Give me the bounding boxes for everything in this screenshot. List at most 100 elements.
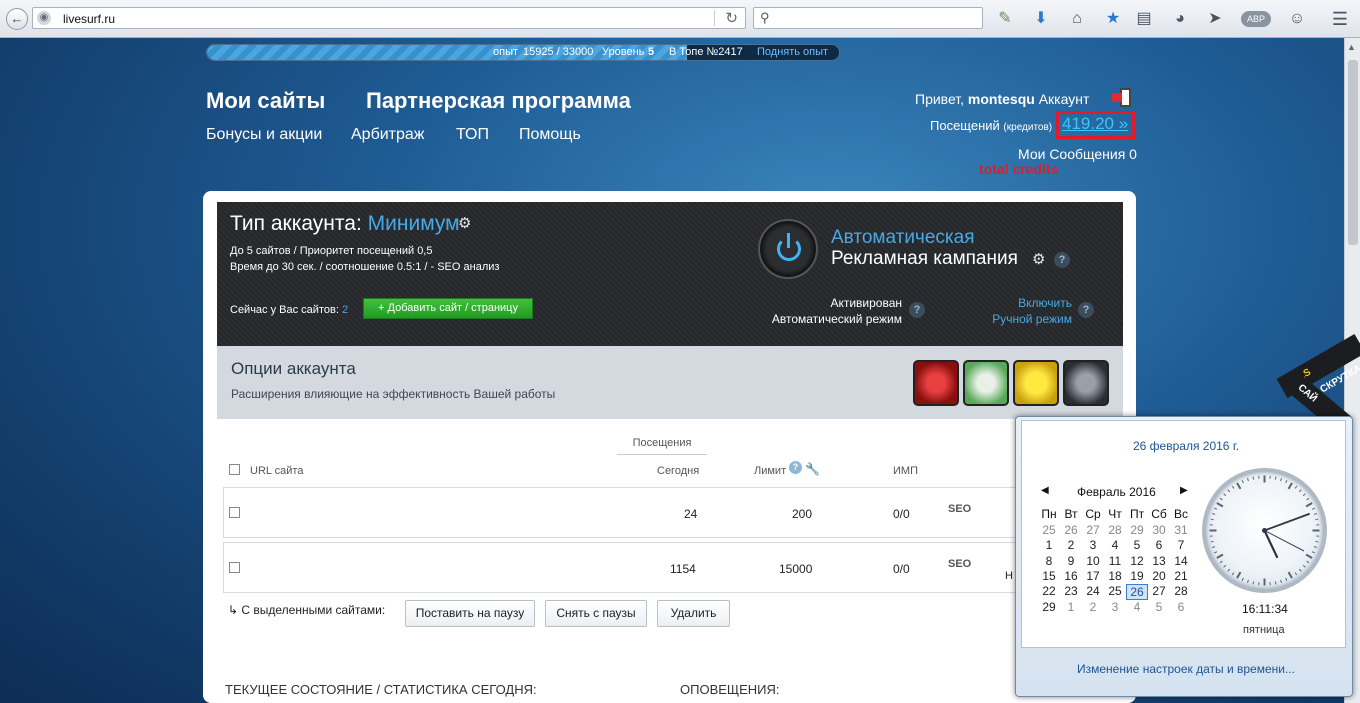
pocket-icon[interactable]: ◕ <box>1170 9 1190 29</box>
manual-mode-help-icon[interactable]: ? <box>1078 302 1094 318</box>
send-icon[interactable]: ➤ <box>1205 9 1225 29</box>
pause-button[interactable]: Поставить на паузу <box>405 600 535 627</box>
search-input[interactable]: ⚲ <box>753 7 983 29</box>
calendar-day[interactable]: 2 <box>1082 600 1104 614</box>
next-month-icon[interactable]: ▶ <box>1180 485 1188 496</box>
calendar-day[interactable]: 13 <box>1148 554 1170 568</box>
megaphone-icon[interactable] <box>963 360 1009 406</box>
calendar-day[interactable]: 6 <box>1148 538 1170 552</box>
unpause-button[interactable]: Снять с паузы <box>545 600 647 627</box>
calendar-day[interactable]: 21 <box>1170 569 1192 583</box>
user-name[interactable]: montesqu <box>968 91 1035 107</box>
manual-mode-link[interactable]: Ручной режим <box>952 312 1072 326</box>
calendar-day[interactable]: 5 <box>1126 538 1148 552</box>
prev-month-icon[interactable]: ◀ <box>1041 485 1049 496</box>
account-link[interactable]: Аккаунт <box>1039 91 1090 107</box>
raise-experience-link[interactable]: Поднять опыт <box>757 46 828 58</box>
abp-icon[interactable]: ABP <box>1241 11 1271 27</box>
calendar-day[interactable]: 23 <box>1060 584 1082 598</box>
calendar-day[interactable]: 25 <box>1038 523 1060 537</box>
calendar-weekday-header: Пн <box>1041 507 1057 521</box>
scrollbar-thumb[interactable] <box>1348 60 1358 245</box>
row-checkbox[interactable] <box>229 507 240 518</box>
rocket-icon[interactable] <box>913 360 959 406</box>
messages-link[interactable]: Мои Сообщения 0 <box>1018 146 1137 162</box>
calendar-day[interactable]: 12 <box>1126 554 1148 568</box>
calendar-day[interactable]: 8 <box>1038 554 1060 568</box>
calendar-day[interactable]: 5 <box>1148 600 1170 614</box>
nav-bonuses[interactable]: Бонусы и акции <box>206 126 322 144</box>
auto-mode-help-icon[interactable]: ? <box>909 302 925 318</box>
calendar-day[interactable]: 10 <box>1082 554 1104 568</box>
calendar-day[interactable]: 18 <box>1104 569 1126 583</box>
date-settings-link[interactable]: Изменение настроек даты и времени... <box>1077 662 1295 676</box>
calendar-day[interactable]: 30 <box>1148 523 1170 537</box>
download-icon[interactable]: ⬇ <box>1031 9 1051 29</box>
calendar-day[interactable]: 16 <box>1060 569 1082 583</box>
calendar-day[interactable]: 3 <box>1082 538 1104 552</box>
select-all-checkbox[interactable] <box>229 464 240 475</box>
scroll-up-icon[interactable]: ▲ <box>1347 42 1356 52</box>
enable-link[interactable]: Включить <box>952 296 1072 310</box>
add-site-button[interactable]: + Добавить сайт / страницу <box>363 298 533 319</box>
calendar-day[interactable]: 22 <box>1038 584 1060 598</box>
chick-icon[interactable] <box>1013 360 1059 406</box>
calendar-day[interactable]: 4 <box>1126 600 1148 614</box>
calendar-day[interactable]: 6 <box>1170 600 1192 614</box>
agent-icon[interactable] <box>1063 360 1109 406</box>
calendar-day[interactable]: 1 <box>1060 600 1082 614</box>
logout-icon[interactable] <box>1112 88 1132 108</box>
calendar-day[interactable]: 31 <box>1170 523 1192 537</box>
calendar-day[interactable]: 29 <box>1038 600 1060 614</box>
power-button[interactable] <box>758 219 818 279</box>
campaign-help-icon[interactable]: ? <box>1054 252 1070 268</box>
reload-icon[interactable]: ↻ <box>725 9 738 27</box>
wrench-icon[interactable]: 🔧 <box>805 462 820 476</box>
nav-top[interactable]: ТОП <box>456 126 489 144</box>
delete-button[interactable]: Удалить <box>657 600 730 627</box>
nav-help[interactable]: Помощь <box>519 126 581 144</box>
calendar-day[interactable]: 17 <box>1082 569 1104 583</box>
calendar-day[interactable]: 24 <box>1082 584 1104 598</box>
puzzle-icon[interactable]: ✎ <box>995 9 1015 29</box>
nav-my-sites[interactable]: Мои сайты <box>206 88 325 114</box>
calendar-day[interactable]: 9 <box>1060 554 1082 568</box>
calendar-day[interactable]: 27 <box>1082 523 1104 537</box>
calendar-day[interactable]: 20 <box>1148 569 1170 583</box>
calendar-day[interactable]: 7 <box>1170 538 1192 552</box>
limit-help-icon[interactable]: ? <box>789 461 802 474</box>
star-icon[interactable]: ★ <box>1103 9 1123 29</box>
seo-icon[interactable]: SEO <box>948 558 971 570</box>
nav-arbitrage[interactable]: Арбитраж <box>351 126 425 144</box>
calendar-day[interactable]: 4 <box>1104 538 1126 552</box>
menu-icon[interactable]: ☰ <box>1330 9 1350 29</box>
bookmarks-icon[interactable]: ▤ <box>1134 9 1154 29</box>
calendar-day[interactable]: 14 <box>1170 554 1192 568</box>
calendar-date-title[interactable]: 26 февраля 2016 г. <box>1133 439 1239 453</box>
calendar-day[interactable]: 11 <box>1104 554 1126 568</box>
calendar-day[interactable]: 27 <box>1148 584 1170 598</box>
calendar-day[interactable]: 26 <box>1060 523 1082 537</box>
url-bar[interactable]: ◉ livesurf.ru ↻ <box>32 7 746 29</box>
back-button[interactable]: ← <box>6 8 28 30</box>
calendar-day[interactable]: 28 <box>1170 584 1192 598</box>
credits-balance[interactable]: 419.20 » <box>1062 114 1128 134</box>
calendar-day[interactable]: 1 <box>1038 538 1060 552</box>
calendar-month[interactable]: Февраль 2016 <box>1077 485 1156 499</box>
home-icon[interactable]: ⌂ <box>1067 9 1087 29</box>
calendar-day[interactable]: 15 <box>1038 569 1060 583</box>
account-level[interactable]: Минимум <box>368 212 460 235</box>
calendar-day[interactable]: 3 <box>1104 600 1126 614</box>
calendar-day[interactable]: 25 <box>1104 584 1126 598</box>
calendar-day[interactable]: 26 <box>1126 584 1148 601</box>
gear-icon[interactable]: ⚙ <box>458 214 471 232</box>
row-checkbox[interactable] <box>229 562 240 573</box>
nav-partner-program[interactable]: Партнерская программа <box>366 88 631 114</box>
calendar-day[interactable]: 28 <box>1104 523 1126 537</box>
calendar-day[interactable]: 29 <box>1126 523 1148 537</box>
chat-icon[interactable]: ☺ <box>1287 9 1307 29</box>
calendar-day[interactable]: 2 <box>1060 538 1082 552</box>
campaign-gear-icon[interactable]: ⚙ <box>1032 250 1045 268</box>
seo-icon[interactable]: SEO <box>948 503 971 515</box>
calendar-day[interactable]: 19 <box>1126 569 1148 583</box>
